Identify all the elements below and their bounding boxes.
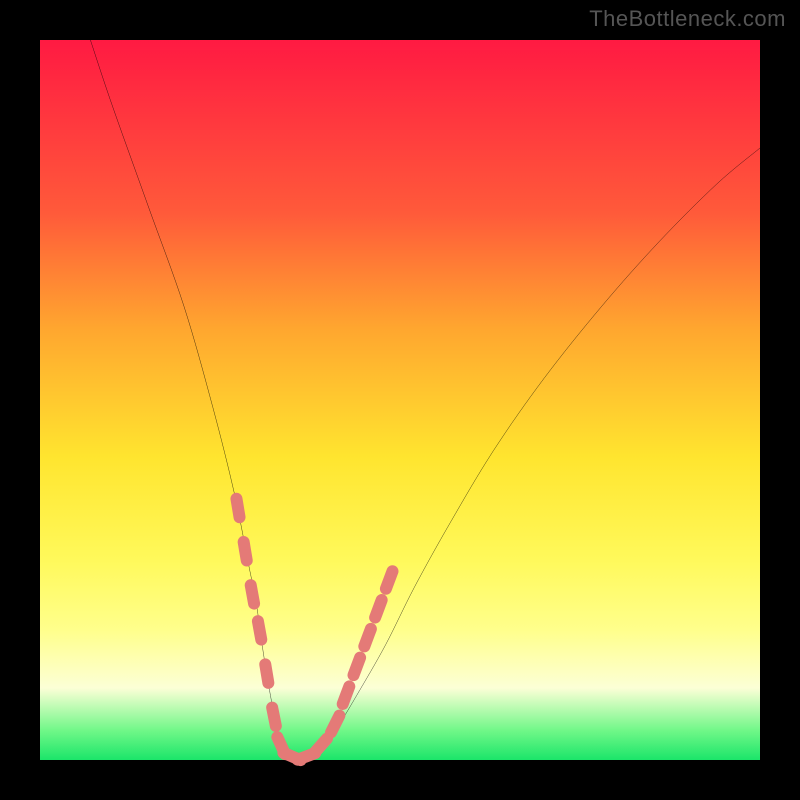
marker-layer xyxy=(236,499,392,760)
data-marker xyxy=(251,585,254,603)
data-marker xyxy=(272,708,276,726)
data-marker xyxy=(258,621,261,639)
data-marker xyxy=(265,664,268,682)
data-marker xyxy=(244,542,247,560)
data-marker xyxy=(364,629,371,647)
watermark-text: TheBottleneck.com xyxy=(589,6,786,32)
data-marker xyxy=(354,658,361,676)
curve-path xyxy=(90,40,760,761)
data-marker xyxy=(331,716,339,733)
chart-svg xyxy=(40,40,760,760)
data-marker xyxy=(375,600,382,618)
chart-frame: TheBottleneck.com xyxy=(0,0,800,800)
data-marker xyxy=(343,686,350,704)
data-marker xyxy=(315,739,327,753)
data-marker xyxy=(236,499,239,517)
curve-layer xyxy=(90,40,760,761)
data-marker xyxy=(386,571,393,589)
